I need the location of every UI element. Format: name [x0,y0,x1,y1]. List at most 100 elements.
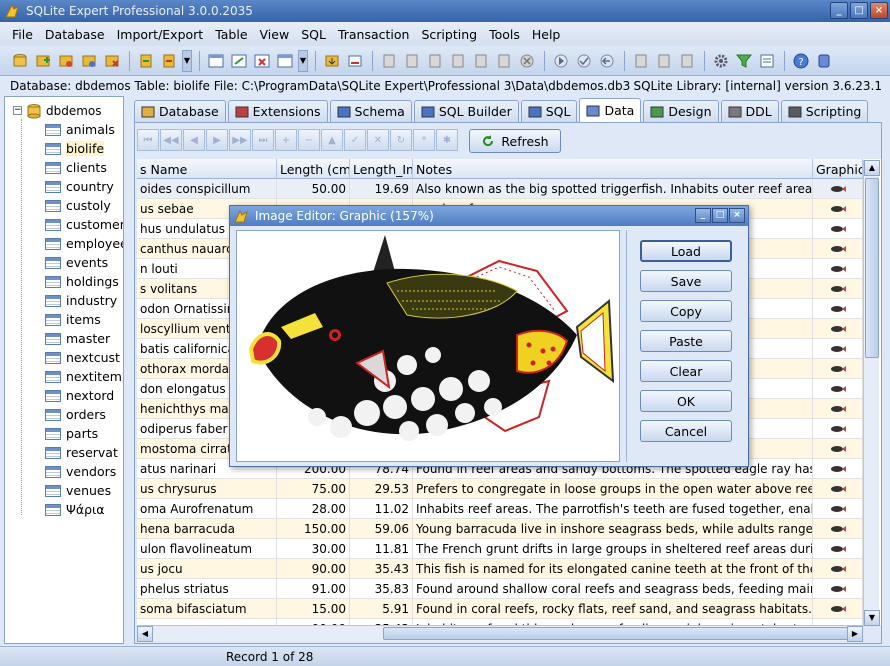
tab-sql[interactable]: SQL [520,100,578,122]
tree-item-table[interactable]: animals [45,120,115,139]
panel-splitter[interactable] [124,96,132,644]
cell-graphic[interactable] [813,279,863,299]
table-row[interactable]: hena barracuda 150.00 59.06 Young barracuda… [137,519,863,539]
cell-graphic[interactable] [813,259,863,279]
refresh-button[interactable]: Refresh [469,129,561,153]
options-icon[interactable] [757,51,777,71]
sql-tool-5-icon[interactable] [471,51,491,71]
cell-graphic[interactable] [813,499,863,519]
cell-graphic[interactable] [813,479,863,499]
dialog-close-button[interactable]: × [729,208,745,223]
tree-item-table[interactable]: country [45,177,114,196]
cell-length-cm[interactable]: 90.00 [277,559,350,579]
cell-notes[interactable]: The French grunt drifts in large groups … [413,539,813,559]
cell-graphic[interactable] [813,359,863,379]
tree-item-table[interactable]: vendors [45,462,116,481]
collapse-icon[interactable]: − [13,106,22,115]
cancel-edit-button[interactable]: ✕ [367,129,389,151]
menu-view[interactable]: View [254,27,296,42]
open-database-icon[interactable] [56,51,76,71]
cell-length-in[interactable]: 11.81 [350,539,413,559]
minimize-button[interactable]: _ [830,2,848,19]
cell-length-in[interactable]: 29.53 [350,479,413,499]
table-row[interactable]: oma Aurofrenatum 28.00 11.02 Inhabits reef … [137,499,863,519]
next-page-button[interactable]: ▶▶ [229,129,251,151]
tab-sql-builder[interactable]: SQL Builder [413,100,519,122]
scroll-down-arrow-icon[interactable]: ▼ [864,610,880,626]
post-edit-button[interactable]: ✓ [344,129,366,151]
about-icon[interactable] [814,51,834,71]
tab-data[interactable]: Data [579,98,642,122]
sql-tool-2-icon[interactable] [402,51,422,71]
sql-tool-1-icon[interactable] [379,51,399,71]
table-row[interactable]: ulon flavolineatum 30.00 11.81 The French g… [137,539,863,559]
cell-species-name[interactable]: phelus striatus [137,579,277,599]
prior-record-button[interactable]: ◀ [183,129,205,151]
tab-extensions[interactable]: Extensions [227,100,328,122]
dialog-minimize-button[interactable]: _ [695,208,711,223]
column-header-length-in[interactable]: Length_In [350,159,413,179]
cell-species-name[interactable]: oides conspicillum [137,179,277,199]
design-table-icon[interactable] [229,51,249,71]
tree-item-table[interactable]: nextord [45,386,114,405]
cell-length-cm[interactable]: 28.00 [277,499,350,519]
attach-database-icon[interactable] [33,51,53,71]
last-record-button[interactable]: ⏭ [252,129,274,151]
tree-item-table[interactable]: biolife [45,139,105,158]
horizontal-scroll-thumb[interactable] [383,627,849,640]
cell-graphic[interactable] [813,539,863,559]
insert-record-button[interactable]: + [275,129,297,151]
cell-graphic[interactable] [813,559,863,579]
sql-tool-6-icon[interactable] [494,51,514,71]
tree-item-table[interactable]: venues [45,481,111,500]
table-row[interactable]: soma bifasciatum 15.00 5.91 Found in coral … [137,599,863,619]
next-record-button[interactable]: ▶ [206,129,228,151]
menu-import-export[interactable]: Import/Export [111,27,210,42]
tree-item-table[interactable]: holdings [45,272,119,291]
tree-item-table[interactable]: events [45,253,108,272]
tree-item-table[interactable]: reservat [45,443,118,462]
tree-root-dbdemos[interactable]: − dbdemos [13,101,102,120]
tab-database[interactable]: Database [134,100,226,122]
dialog-maximize-button[interactable]: □ [712,208,728,223]
clear-button[interactable]: Clear [640,360,732,382]
cell-notes[interactable]: Inhabits reef areas. The parrotfish's te… [413,499,813,519]
menu-table[interactable]: Table [209,27,253,42]
tree-item-table[interactable]: industry [45,291,117,310]
cell-graphic[interactable] [813,199,863,219]
sql-tool-4-icon[interactable] [448,51,468,71]
cell-length-in[interactable]: 35.83 [350,579,413,599]
maximize-button[interactable]: □ [850,2,868,19]
cell-notes[interactable]: This fish is named for its elongated can… [413,559,813,579]
refresh-data-button[interactable]: ↻ [390,129,412,151]
view-table-icon[interactable] [275,51,295,71]
cell-length-cm[interactable]: 50.00 [277,179,350,199]
cell-notes[interactable]: Found around shallow coral reefs and sea… [413,579,813,599]
cell-length-in[interactable]: 35.43 [350,559,413,579]
tab-scripting[interactable]: Scripting [780,100,869,122]
vertical-scrollbar[interactable]: ▲ ▼ [863,160,880,626]
cell-species-name[interactable]: hena barracuda [137,519,277,539]
cell-species-name[interactable]: ulon flavolineatum [137,539,277,559]
cell-notes[interactable]: Found in coral reefs, rocky flats, reef … [413,599,813,619]
column-header-notes[interactable]: Notes [413,159,813,179]
menu-tools[interactable]: Tools [483,27,526,42]
sql-tool-3-icon[interactable] [425,51,445,71]
tree-item-table[interactable]: custoly [45,196,111,215]
tab-schema[interactable]: Schema [329,100,412,122]
cell-length-cm[interactable]: 30.00 [277,539,350,559]
cell-notes[interactable]: Also known as the big spotted triggerfis… [413,179,813,199]
filter-icon[interactable] [734,51,754,71]
backup-icon[interactable] [136,51,156,71]
script-tool-2-icon[interactable] [654,51,674,71]
commit-icon[interactable] [574,51,594,71]
tree-item-table[interactable]: orders [45,405,106,424]
cell-graphic[interactable] [813,339,863,359]
cell-graphic[interactable] [813,219,863,239]
save-button[interactable]: Save [640,270,732,292]
cell-length-cm[interactable]: 150.00 [277,519,350,539]
cancel-button[interactable]: Cancel [640,420,732,442]
settings-gear-icon[interactable] [711,51,731,71]
scroll-up-arrow-icon[interactable]: ▲ [864,160,880,176]
tree-item-table[interactable]: master [45,329,110,348]
